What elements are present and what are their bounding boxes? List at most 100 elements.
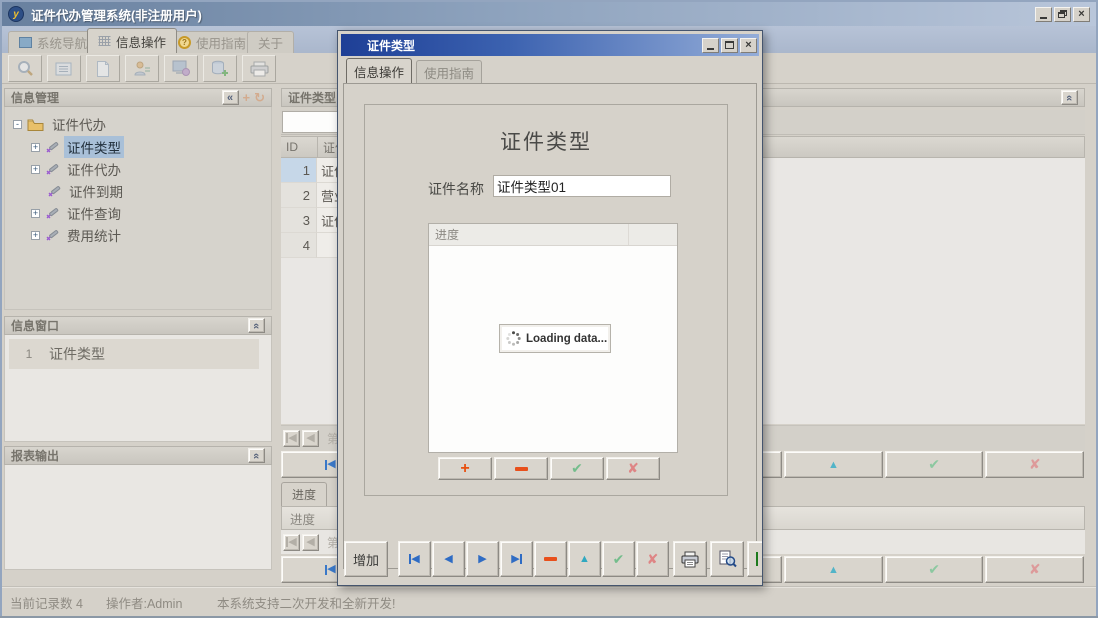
progress-tab[interactable]: 进度 [281,482,327,506]
minimize-button[interactable] [1035,7,1052,22]
info-window-row[interactable]: 1 证件类型 [9,339,259,369]
dialog-delete-button[interactable] [534,541,567,577]
progress-confirm-button[interactable]: ✔ [885,556,984,583]
tree-node-cert-query[interactable]: + 证件查询 [31,204,124,222]
tree-node-fee-stats[interactable]: + 费用统计 [31,226,124,244]
dialog-cancel-button[interactable]: ✘ [636,541,669,577]
cell-id: 1 [281,158,317,183]
database-add-button[interactable] [203,55,237,82]
window-frame-left [0,0,2,618]
progress-pager-prev-button[interactable]: ◀ [302,534,319,551]
panel-icon [19,37,32,48]
monitor-icon [172,60,191,77]
dialog-maximize-button[interactable] [721,38,738,53]
grid-cancel-button[interactable]: ✘ [985,451,1084,478]
tree-node-label: 证件到期 [66,180,126,202]
dialog-tab-info-operation[interactable]: 信息操作 [346,58,412,83]
print-preview-button[interactable] [710,541,744,577]
tab-about[interactable]: 关于 [247,31,294,53]
dialog-tab-user-guide[interactable]: 使用指南 [416,60,482,83]
row-label: 证件类型 [49,344,105,364]
info-window-title: 信息窗口 [11,317,59,334]
dialog-confirm-button[interactable]: ✔ [602,541,635,577]
dialog-grid-column[interactable]: 进度 [429,224,629,245]
dialog-edit-button[interactable]: ▲ [568,541,601,577]
details-icon [55,61,73,77]
pager-first-button[interactable]: ◀ [283,430,300,447]
tab-user-guide[interactable]: ? 使用指南 [167,31,257,53]
dialog-heading: 证件类型 [364,126,728,156]
detail-confirm-button[interactable]: ✔ [550,457,604,480]
refresh-icon[interactable]: ↻ [254,90,265,106]
cert-name-input[interactable] [493,175,671,197]
window-controls: × [1035,7,1090,22]
dialog-nav-last-button[interactable]: ▶ [500,541,533,577]
detail-delete-button[interactable] [494,457,548,480]
cert-name-label: 证件名称 [428,179,484,199]
record-count: 当前记录数 4 [10,593,83,612]
user-button[interactable] [125,55,159,82]
cell-id: 4 [281,233,317,258]
tree-node-cert-agency[interactable]: + 证件代办 [31,160,124,178]
grid-edit-button[interactable]: ▲ [784,451,883,478]
cell-id: 2 [281,183,317,208]
dialog-title: 证件类型 [367,37,415,54]
status-message: 本系统支持二次开发和全新开发! [217,593,395,612]
sidebar-collapse-button[interactable]: « [222,90,239,105]
add-icon[interactable]: + [243,90,251,105]
detail-add-button[interactable]: + [438,457,492,480]
dialog-nav-first-button[interactable]: ◀ [398,541,431,577]
folder-icon [27,118,44,131]
dialog-close-button[interactable]: × [740,38,757,53]
restore-button[interactable] [1054,7,1071,22]
tree-node-label: 费用统计 [64,224,124,246]
tree-expander-icon[interactable]: + [31,143,40,152]
tree-node-cert-type[interactable]: + 证件类型 [31,138,124,156]
main-grid-collapse-button[interactable]: « [1061,90,1078,105]
grid-icon [98,35,111,47]
add-record-button[interactable]: 增加 [344,541,388,577]
close-button[interactable]: × [1073,7,1090,22]
app-window: y 证件代办管理系统(非注册用户) × 系统导航 信息操作 ? 使用指南 关于 [0,0,1098,618]
tree-expander-icon[interactable]: + [31,209,40,218]
tree-node-root[interactable]: - 证件代办 [13,115,109,133]
tab-label: 使用指南 [196,33,246,52]
new-document-button[interactable] [86,55,120,82]
tree-expander-icon[interactable]: + [31,165,40,174]
tool-icon [45,206,59,220]
tree-node-label: 证件查询 [64,202,124,224]
tab-label: 关于 [258,33,283,52]
tree-expander-icon[interactable]: - [13,120,22,129]
tree-node-cert-expire[interactable]: 证件到期 [31,182,126,200]
dialog-nav-next-button[interactable]: ▶ [466,541,499,577]
print-button[interactable] [673,541,707,577]
info-window-collapse-button[interactable]: « [248,318,265,333]
spinner-icon [506,331,521,346]
report-output-collapse-button[interactable]: « [248,448,265,463]
progress-edit-button[interactable]: ▲ [784,556,883,583]
column-header-id[interactable]: ID [281,136,318,158]
cell-id: 3 [281,208,317,233]
report-output-header: 报表输出 « [4,446,272,465]
grid-confirm-button[interactable]: ✔ [885,451,984,478]
tab-info-operation[interactable]: 信息操作 [87,28,177,53]
progress-cancel-button[interactable]: ✘ [985,556,1084,583]
loading-indicator: Loading data... [499,324,611,353]
tree-expander-icon[interactable]: + [31,231,40,240]
details-button[interactable] [47,55,81,82]
dialog-minimize-button[interactable] [702,38,719,53]
detail-cancel-button[interactable]: ✘ [606,457,660,480]
status-bar: 当前记录数 4 操作者:Admin 本系统支持二次开发和全新开发! [2,586,1096,612]
report-output-body [4,465,272,570]
export-button[interactable] [747,541,763,577]
progress-pager-first-button[interactable]: ◀ [283,534,300,551]
app-logo-icon: y [8,6,24,22]
tree-node-label: 证件代办 [64,158,124,180]
user-icon [133,60,151,78]
tab-system-nav[interactable]: 系统导航 [8,31,98,53]
printer-button[interactable] [242,55,276,82]
monitor-button[interactable] [164,55,198,82]
search-button[interactable] [8,55,42,82]
pager-prev-button[interactable]: ◀ [302,430,319,447]
dialog-nav-prev-button[interactable]: ◀ [432,541,465,577]
